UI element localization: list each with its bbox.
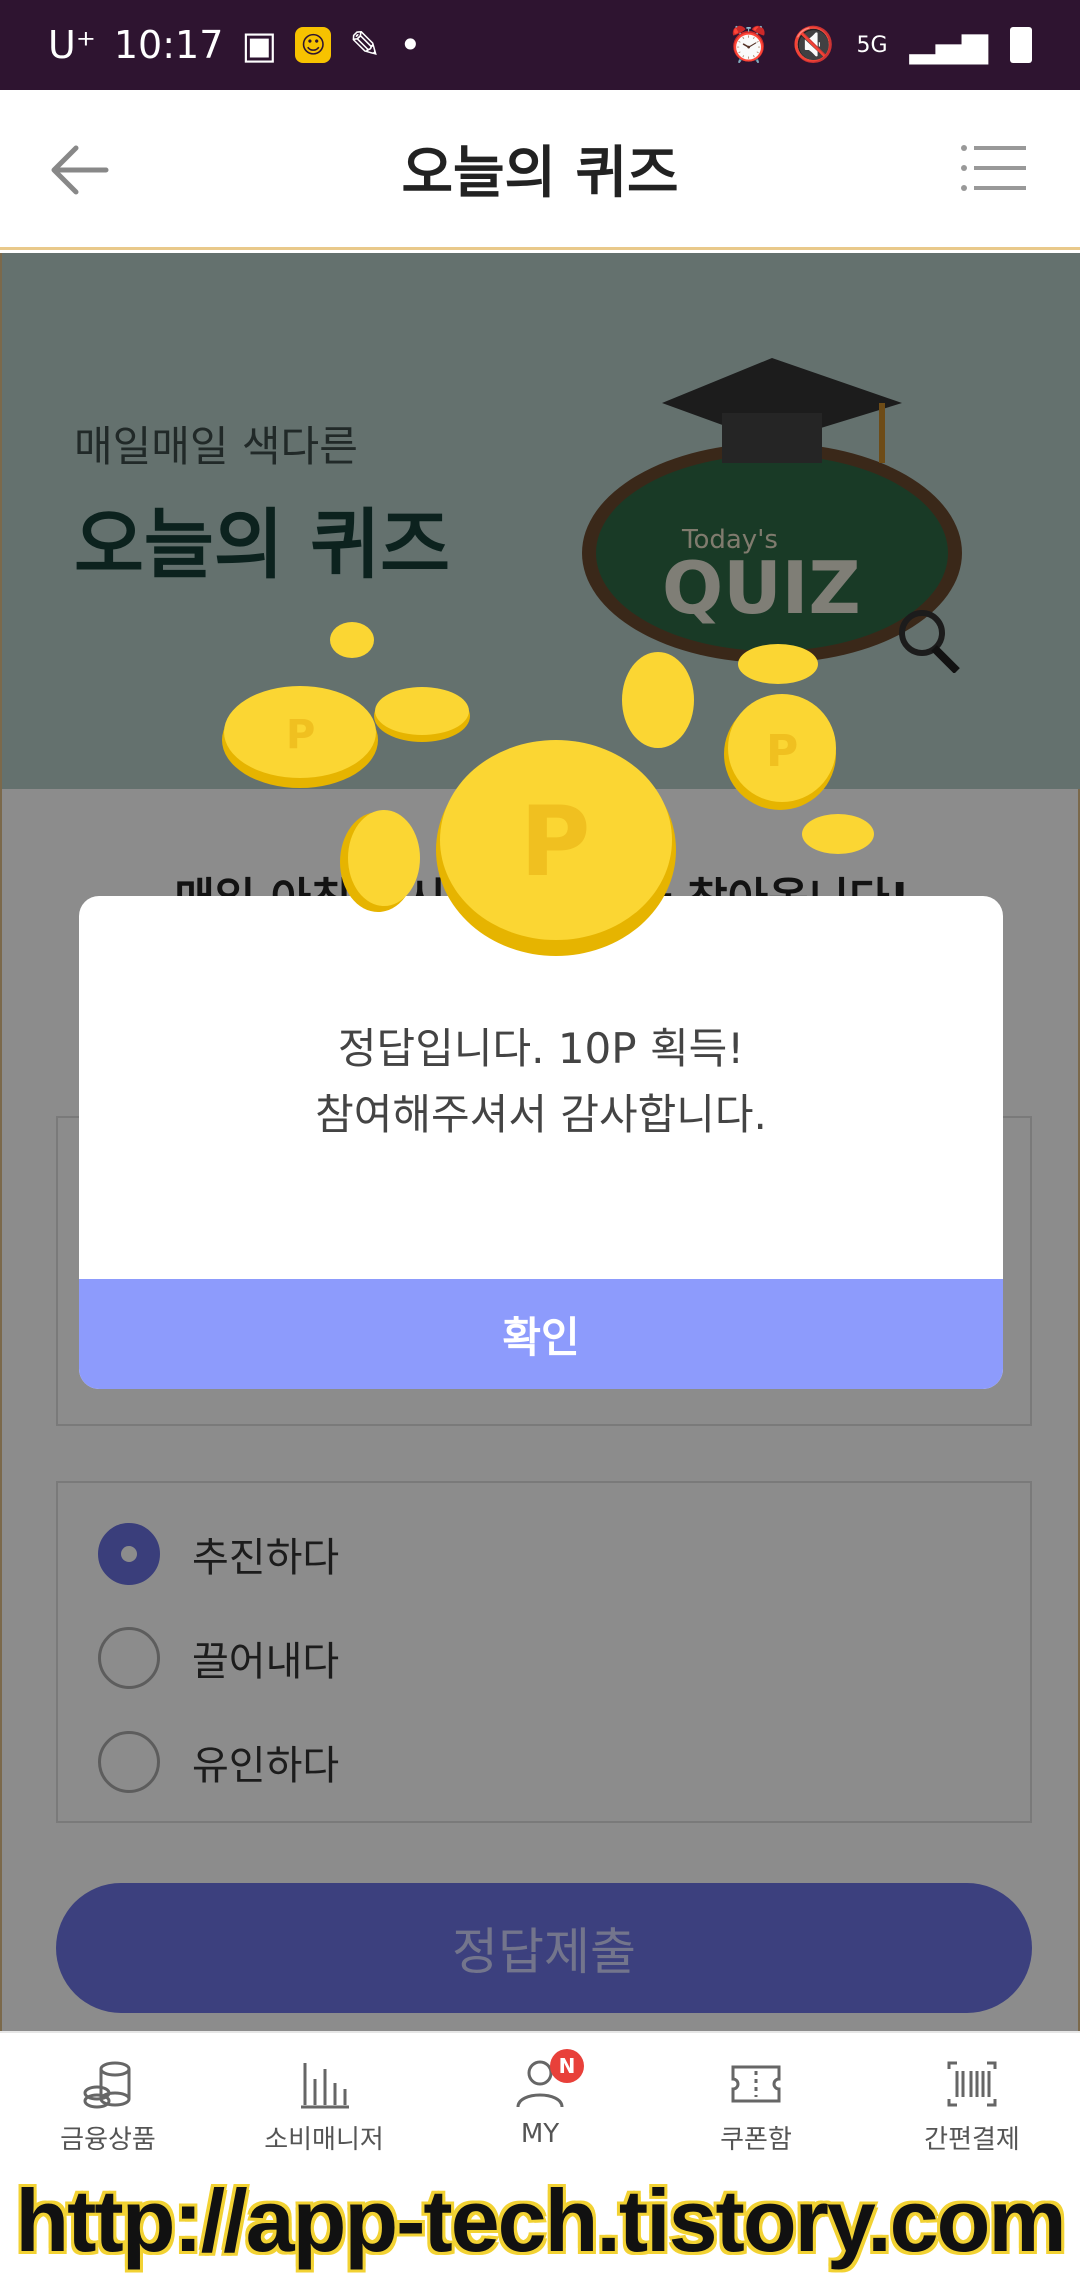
menu-lines-icon[interactable] — [960, 142, 1026, 194]
nav-label: 간편결제 — [924, 2125, 1020, 2155]
mute-icon: 🔇 — [792, 25, 835, 65]
nav-label: 쿠폰함 — [720, 2125, 792, 2155]
arrow-left-icon[interactable] — [48, 142, 112, 198]
nav-item-coupons[interactable]: 쿠폰함 — [648, 2033, 864, 2161]
nav-item-easy-pay[interactable]: 간편결제 — [864, 2033, 1080, 2161]
network-type: 5G — [856, 32, 888, 58]
nav-item-my[interactable]: MY N — [432, 2033, 648, 2161]
status-bar: U⁺ 10:17 ▣ ☺ ✎ • ⏰ 🔇 5G ▂▄▆ — [0, 0, 1080, 90]
nav-label: 금융상품 — [60, 2125, 156, 2155]
ticket-icon — [731, 2065, 781, 2103]
page-title: 오늘의 퀴즈 — [401, 141, 679, 206]
result-dialog: 정답입니다. 10P 획득! 참여해주셔서 감사합니다. 확인 — [79, 896, 1003, 1389]
nav-label: MY — [520, 2119, 560, 2149]
confirm-button[interactable]: 확인 — [79, 1279, 1003, 1389]
app-notification-icon: ☺ — [295, 27, 332, 63]
barcode-icon — [947, 2061, 997, 2107]
nav-item-spending-manager[interactable]: 소비매니저 — [216, 2033, 432, 2161]
carrier-label: U⁺ — [48, 23, 96, 67]
alarm-icon: ⏰ — [727, 25, 771, 65]
status-time: 10:17 — [113, 23, 224, 67]
image-notification-icon: ▣ — [241, 23, 278, 67]
dialog-message: 정답입니다. 10P 획득! 참여해주셔서 감사합니다. — [79, 1016, 1003, 1148]
nav-item-financial-products[interactable]: 금융상품 — [0, 2033, 216, 2161]
pill-notification-icon: ✎ — [349, 23, 382, 67]
signal-icon: ▂▄▆ — [909, 25, 988, 65]
app-header: 오늘의 퀴즈 — [0, 90, 1080, 250]
dialog-line-2: 참여해주셔서 감사합니다. — [315, 1090, 767, 1139]
dialog-line-1: 정답입니다. 10P 획득! — [337, 1024, 745, 1073]
bottom-nav: 금융상품 소비매니저 MY N 쿠폰함 간편결제 — [0, 2031, 1080, 2161]
coins-stack-icon — [83, 2061, 131, 2109]
more-dot-icon: • — [399, 23, 422, 67]
bar-chart-icon — [301, 2063, 349, 2109]
battery-icon — [1010, 27, 1032, 63]
watermark: http://app-tech.tistory.com — [0, 2161, 1080, 2280]
nav-label: 소비매니저 — [264, 2125, 384, 2155]
new-badge: N — [550, 2049, 584, 2083]
